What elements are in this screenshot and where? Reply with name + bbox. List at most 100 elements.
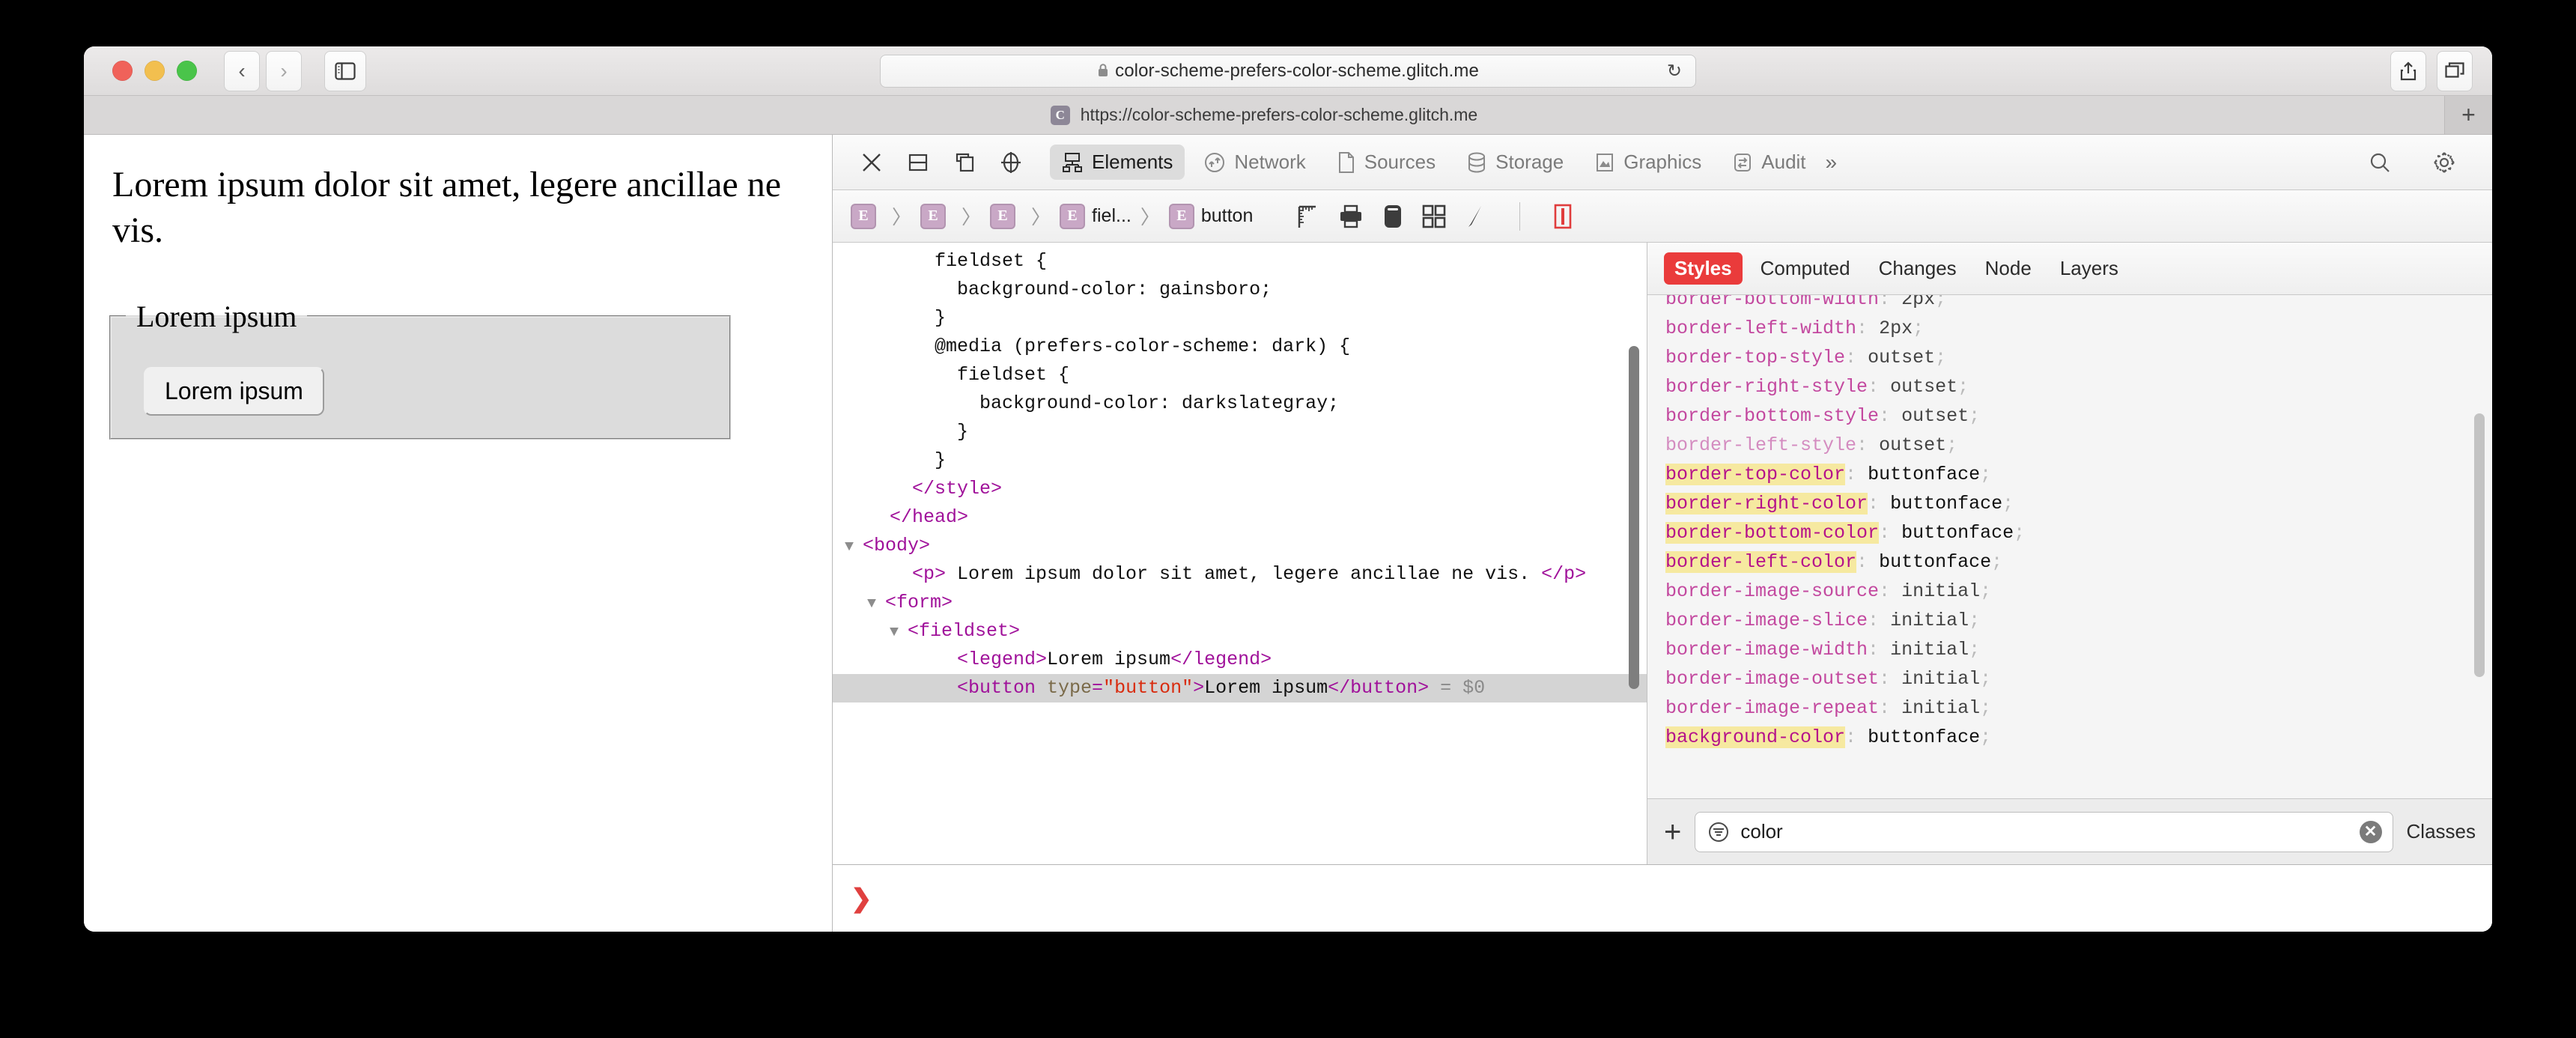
breadcrumb-label-4: button xyxy=(1200,205,1254,226)
reload-button[interactable]: ↻ xyxy=(1667,61,1682,82)
css-property-row[interactable]: border-bottom-style: outset; xyxy=(1647,401,2492,431)
css-property-semicolon: ; xyxy=(1980,580,1992,602)
disclosure-triangle-icon[interactable]: ▼ xyxy=(890,624,908,641)
css-properties-list[interactable]: border-bottom-width: 2px; border-left-wid… xyxy=(1647,295,2492,798)
minimize-window-button[interactable] xyxy=(145,61,165,81)
dom-tree-line[interactable]: } xyxy=(833,446,1647,475)
console-drawer[interactable]: ❯ xyxy=(833,864,2492,932)
close-window-button[interactable] xyxy=(112,61,133,81)
tab-changes[interactable]: Changes xyxy=(1868,252,1967,285)
breadcrumb-item-form[interactable]: E xyxy=(990,203,1022,229)
dom-tree-scrollbar[interactable] xyxy=(1626,250,1642,857)
devtools-search-button[interactable] xyxy=(2359,143,2401,182)
dom-tree-line[interactable]: <p> Lorem ipsum dolor sit amet, legere a… xyxy=(833,560,1647,589)
css-property-row[interactable]: border-top-style: outset; xyxy=(1647,343,2492,372)
dom-tree-line[interactable]: background-color: darkslategray; xyxy=(833,389,1647,418)
dom-token-txt: Lorem ipsum xyxy=(1047,649,1171,670)
page-button[interactable]: Lorem ipsum xyxy=(144,366,324,416)
css-property-row[interactable]: border-image-width: initial; xyxy=(1647,635,2492,664)
browser-tab[interactable]: C https://color-scheme-prefers-color-sch… xyxy=(84,96,2444,134)
styles-scroll-thumb[interactable] xyxy=(2474,413,2485,677)
dom-tree-line[interactable]: @media (prefers-color-scheme: dark) { xyxy=(833,333,1647,361)
dom-tree-line[interactable]: </head> xyxy=(833,503,1647,532)
dom-tree-line[interactable]: <button type="button">Lorem ipsum</butto… xyxy=(833,674,1647,702)
css-property-value: initial xyxy=(1890,639,1969,661)
css-property-row[interactable]: border-top-color: buttonface; xyxy=(1647,460,2492,489)
device-icon[interactable] xyxy=(1383,204,1403,229)
dom-token-dim0: = $0 xyxy=(1429,677,1486,699)
dom-tree-line[interactable]: ▼ <fieldset> xyxy=(833,617,1647,646)
breadcrumb-item-body[interactable]: E xyxy=(920,203,953,229)
tab-graphics[interactable]: Graphics xyxy=(1583,145,1713,180)
dom-tree-line[interactable]: </style> xyxy=(833,475,1647,503)
tab-elements[interactable]: Elements xyxy=(1050,145,1185,180)
css-property-row[interactable]: border-bottom-color: buttonface; xyxy=(1647,518,2492,547)
css-property-row[interactable]: border-image-source: initial; xyxy=(1647,577,2492,606)
dom-tree-line[interactable]: fieldset { xyxy=(833,247,1647,276)
tab-layers[interactable]: Layers xyxy=(2050,252,2129,285)
dock-window-button[interactable] xyxy=(944,143,985,182)
css-property-row[interactable]: border-image-outset: initial; xyxy=(1647,664,2492,693)
css-property-row[interactable]: border-right-color: buttonface; xyxy=(1647,489,2492,518)
dom-tree-scroll-thumb[interactable] xyxy=(1629,346,1639,689)
css-property-row[interactable]: border-left-width: 2px; xyxy=(1647,314,2492,343)
css-property-row[interactable]: background-color: buttonface; xyxy=(1647,723,2492,752)
dom-tree-line[interactable]: <legend>Lorem ipsum</legend> xyxy=(833,646,1647,674)
tab-storage[interactable]: Storage xyxy=(1455,145,1576,180)
paint-brush-icon[interactable] xyxy=(1465,204,1486,229)
devtools-settings-button[interactable] xyxy=(2423,143,2465,182)
close-devtools-button[interactable] xyxy=(851,143,893,182)
dom-tree-line[interactable]: background-color: gainsboro; xyxy=(833,276,1647,304)
inspect-element-button[interactable] xyxy=(990,143,1032,182)
tab-overview-button[interactable] xyxy=(2437,51,2473,91)
address-bar[interactable]: color-scheme-prefers-color-scheme.glitch… xyxy=(880,55,1696,88)
disclosure-triangle-icon[interactable]: ▼ xyxy=(845,538,863,556)
css-property-row[interactable]: border-image-repeat: initial; xyxy=(1647,693,2492,723)
toolbar-divider xyxy=(1519,201,1521,231)
forward-button[interactable]: › xyxy=(266,50,302,91)
css-property-colon: : xyxy=(1879,522,1902,544)
highlight-icon[interactable] xyxy=(1553,204,1573,229)
breadcrumb-item-fieldset[interactable]: E fiel... xyxy=(1060,203,1131,229)
css-property-name: border-bottom-style xyxy=(1665,405,1880,427)
clear-filter-button[interactable]: ✕ xyxy=(2359,820,2382,843)
css-property-row[interactable]: border-right-style: outset; xyxy=(1647,372,2492,401)
tab-node[interactable]: Node xyxy=(1975,252,2042,285)
sources-icon xyxy=(1337,151,1355,174)
dom-tree-line[interactable]: } xyxy=(833,304,1647,333)
tab-audit[interactable]: Audit xyxy=(1721,145,1817,180)
tab-computed[interactable]: Computed xyxy=(1750,252,1861,285)
tab-network[interactable]: Network xyxy=(1192,145,1317,180)
css-property-row[interactable]: border-left-style: outset; xyxy=(1647,431,2492,460)
css-property-row[interactable]: border-left-color: buttonface; xyxy=(1647,547,2492,577)
maximize-window-button[interactable] xyxy=(177,61,197,81)
dom-tree-line[interactable]: ▼ <form> xyxy=(833,589,1647,617)
disclosure-triangle-icon[interactable]: ▼ xyxy=(867,595,885,613)
css-property-row[interactable]: border-image-slice: initial; xyxy=(1647,606,2492,635)
grid-icon[interactable] xyxy=(1422,204,1446,228)
back-button[interactable]: ‹ xyxy=(224,50,260,91)
favicon: C xyxy=(1050,105,1070,125)
print-icon[interactable] xyxy=(1338,204,1364,229)
tab-sources[interactable]: Sources xyxy=(1325,145,1448,180)
tab-styles[interactable]: Styles xyxy=(1664,252,1743,285)
more-tabs-button[interactable]: » xyxy=(1826,151,1838,174)
sidebar-toggle-button[interactable] xyxy=(324,50,366,91)
css-property-row[interactable]: border-bottom-width: 2px; xyxy=(1647,295,2492,314)
styles-scrollbar[interactable] xyxy=(2471,300,2488,794)
add-style-rule-button[interactable]: + xyxy=(1664,817,1681,847)
new-tab-button[interactable]: + xyxy=(2444,96,2492,134)
styles-filter-input[interactable]: color ✕ xyxy=(1695,811,2393,852)
titlebar-right-buttons xyxy=(2390,51,2473,91)
breadcrumb-item-button[interactable]: E button xyxy=(1168,203,1254,229)
classes-button[interactable]: Classes xyxy=(2407,820,2476,843)
dom-tree-pane[interactable]: fieldset {background-color: gainsboro;} @… xyxy=(833,243,1647,864)
breadcrumb-item-html[interactable]: E xyxy=(851,203,883,229)
dom-tree-line[interactable]: ▼ <body> xyxy=(833,532,1647,560)
css-property-value: outset xyxy=(1890,376,1958,398)
ruler-icon[interactable] xyxy=(1296,204,1319,229)
dom-tree-line[interactable]: } xyxy=(833,418,1647,446)
share-button[interactable] xyxy=(2390,51,2426,91)
dock-bottom-button[interactable] xyxy=(897,143,939,182)
dom-tree-line[interactable]: fieldset { xyxy=(833,361,1647,389)
